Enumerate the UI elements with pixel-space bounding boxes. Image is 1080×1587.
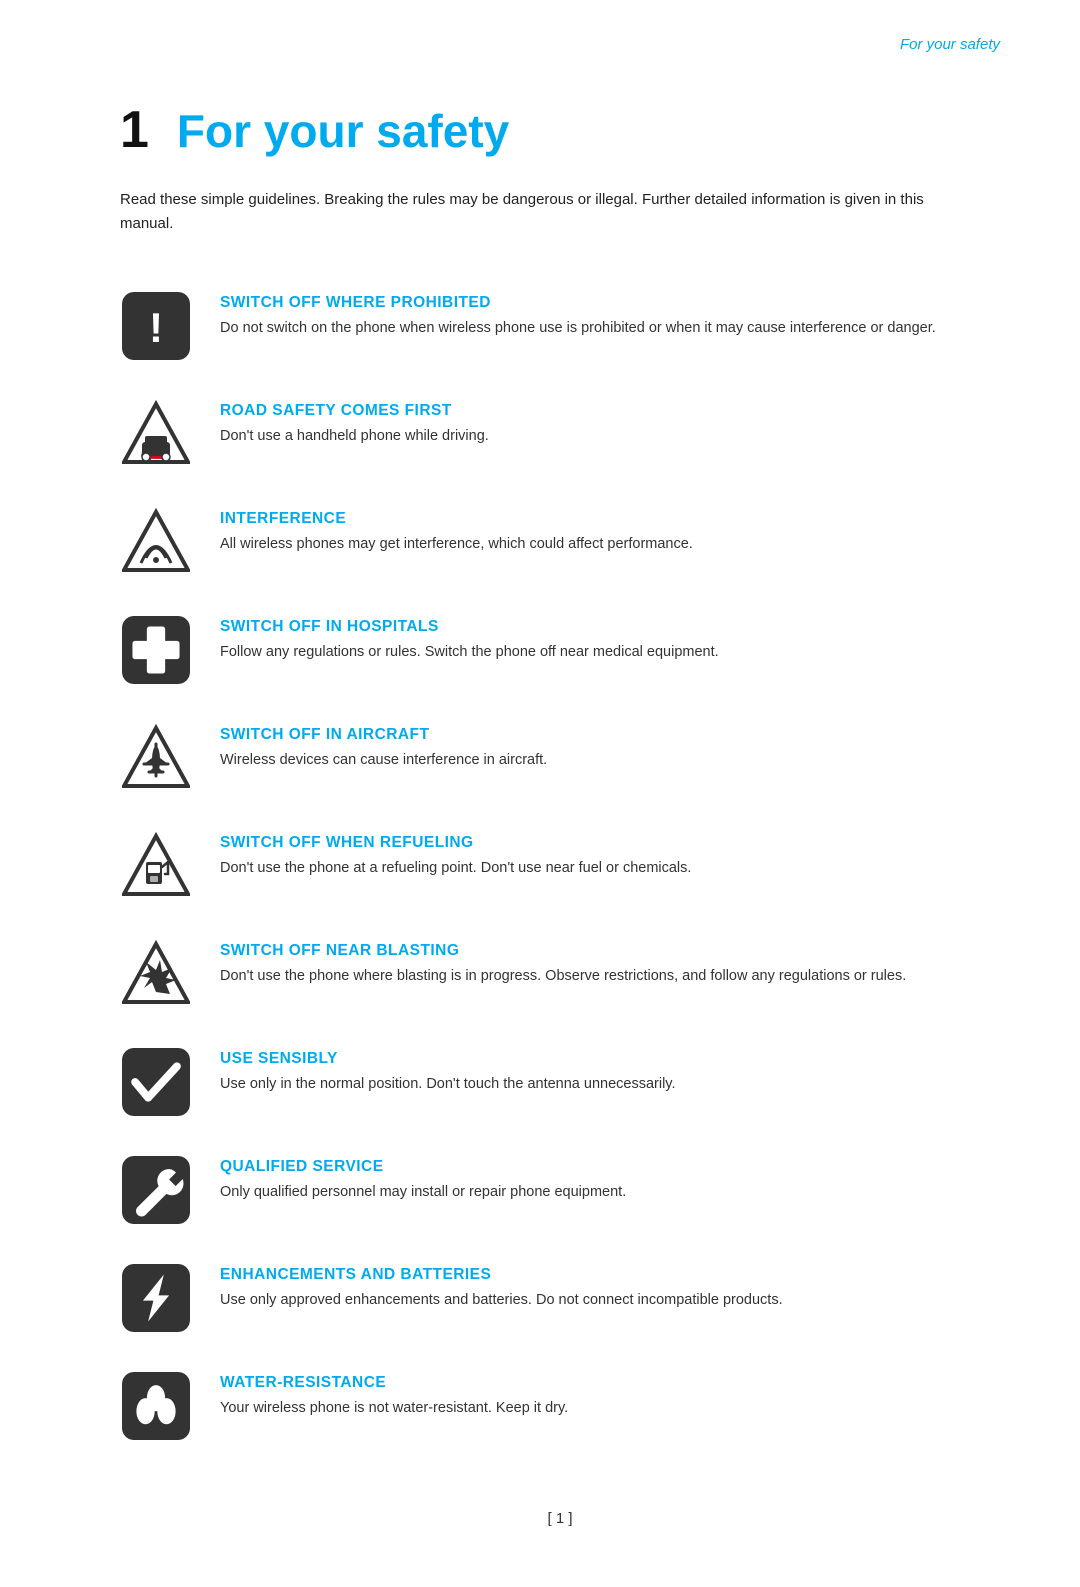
chapter-title: For your safety: [177, 104, 509, 158]
item-desc: All wireless phones may get interference…: [220, 533, 960, 555]
water-square-icon: [120, 1370, 192, 1442]
item-desc: Only qualified personnel may install or …: [220, 1181, 960, 1203]
item-title: WATER-RESISTANCE: [220, 1374, 1000, 1392]
list-item: SWITCH OFF IN HOSPITALS Follow any regul…: [120, 596, 1000, 704]
item-title: INTERFERENCE: [220, 510, 1000, 528]
plane-triangle-icon: [120, 722, 192, 794]
list-item: SWITCH OFF WHEN REFUELING Don't use the …: [120, 812, 1000, 920]
wrench-square-icon: [120, 1154, 192, 1226]
list-item: USE SENSIBLY Use only in the normal posi…: [120, 1028, 1000, 1136]
item-title: USE SENSIBLY: [220, 1050, 1000, 1068]
item-desc: Your wireless phone is not water-resista…: [220, 1397, 960, 1419]
cross-square-icon: [120, 614, 192, 686]
list-item: ENHANCEMENTS AND BATTERIES Use only appr…: [120, 1244, 1000, 1352]
item-desc: Don't use a handheld phone while driving…: [220, 425, 960, 447]
item-desc: Wireless devices can cause interference …: [220, 749, 960, 771]
item-desc: Use only approved enhancements and batte…: [220, 1289, 960, 1311]
blast-triangle-icon: [120, 938, 192, 1010]
chapter-number: 1: [120, 100, 149, 160]
car-triangle-icon: 🚗: [120, 398, 192, 470]
list-item: SWITCH OFF IN AIRCRAFT Wireless devices …: [120, 704, 1000, 812]
item-title: SWITCH OFF NEAR BLASTING: [220, 942, 1000, 960]
signal-triangle-icon: [120, 506, 192, 578]
item-desc: Use only in the normal position. Don't t…: [220, 1073, 960, 1095]
safety-items-list: ! SWITCH OFF WHERE PROHIBITED Do not swi…: [120, 272, 1000, 1460]
exclamation-square-icon: !: [120, 290, 192, 362]
item-title: QUALIFIED SERVICE: [220, 1158, 1000, 1176]
svg-text:!: !: [149, 304, 163, 351]
list-item: SWITCH OFF NEAR BLASTING Don't use the p…: [120, 920, 1000, 1028]
item-desc: Do not switch on the phone when wireless…: [220, 317, 960, 339]
item-desc: Follow any regulations or rules. Switch …: [220, 641, 960, 663]
item-title: ROAD SAFETY COMES FIRST: [220, 402, 1000, 420]
intro-text: Read these simple guidelines. Breaking t…: [120, 188, 940, 236]
checkmark-square-icon: [120, 1046, 192, 1118]
item-desc: Don't use the phone where blasting is in…: [220, 965, 960, 987]
item-desc: Don't use the phone at a refueling point…: [220, 857, 960, 879]
lightning-square-icon: [120, 1262, 192, 1334]
item-title: SWITCH OFF WHERE PROHIBITED: [220, 294, 1000, 312]
header-label: For your safety: [900, 36, 1000, 53]
fuel-triangle-icon: [120, 830, 192, 902]
item-title: SWITCH OFF IN HOSPITALS: [220, 618, 1000, 636]
list-item: QUALIFIED SERVICE Only qualified personn…: [120, 1136, 1000, 1244]
item-title: SWITCH OFF IN AIRCRAFT: [220, 726, 1000, 744]
item-title: ENHANCEMENTS AND BATTERIES: [220, 1266, 1000, 1284]
list-item: ! SWITCH OFF WHERE PROHIBITED Do not swi…: [120, 272, 1000, 380]
list-item: INTERFERENCE All wireless phones may get…: [120, 488, 1000, 596]
item-title: SWITCH OFF WHEN REFUELING: [220, 834, 1000, 852]
page-number: [ 1 ]: [120, 1510, 1000, 1527]
list-item: 🚗 ROAD SAFETY COMES FIRST Don't use a ha…: [120, 380, 1000, 488]
list-item: WATER-RESISTANCE Your wireless phone is …: [120, 1352, 1000, 1460]
